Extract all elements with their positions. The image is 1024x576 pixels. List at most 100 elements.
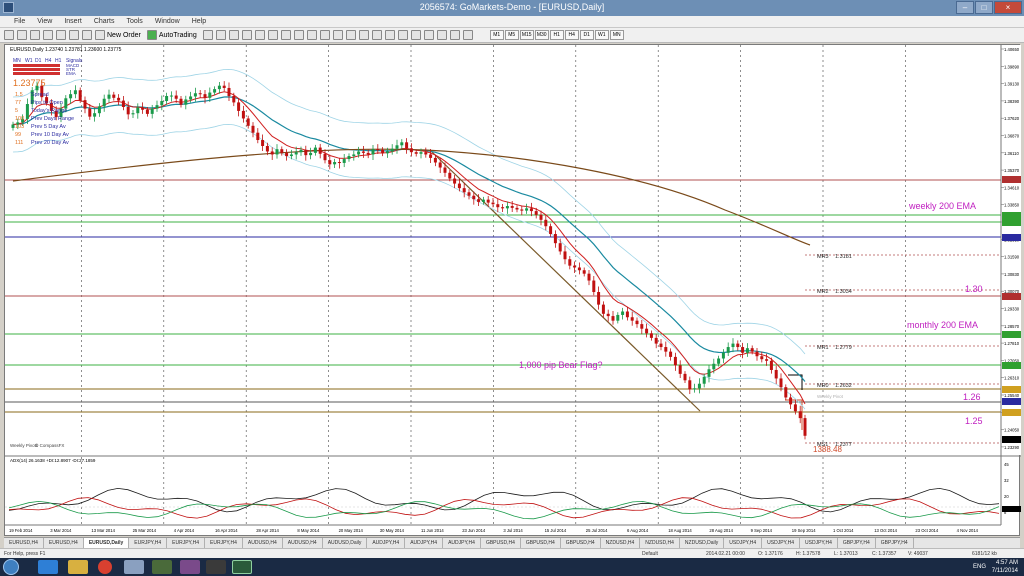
language-indicator[interactable]: ENG xyxy=(973,563,986,571)
clock-date[interactable]: 7/11/2014 xyxy=(992,567,1018,575)
chart-tab[interactable]: EURJPY,H4 xyxy=(205,538,243,548)
chart-tab[interactable]: AUDJPY,H4 xyxy=(405,538,444,548)
price-chart[interactable]: 1.40650 1.39890 1.39130 1.38390 1.37620 1.368… xyxy=(5,45,1021,537)
autoscroll-icon[interactable] xyxy=(280,30,291,40)
chart-tab[interactable]: USDJPY,H4 xyxy=(762,538,801,548)
menu-help[interactable]: Help xyxy=(192,18,206,25)
chart-tab[interactable]: GBPUSD,H4 xyxy=(561,538,601,548)
chart-tab[interactable]: NZDUSD,Daily xyxy=(680,538,725,548)
indicators-icon[interactable] xyxy=(306,30,317,40)
candle-body xyxy=(453,178,457,184)
chart-tab[interactable]: GBPJPY,H4 xyxy=(838,538,876,548)
chart-tab[interactable]: GBPUSD,H4 xyxy=(521,538,561,548)
chart-tab[interactable]: EURUSD,Daily xyxy=(83,538,130,548)
candle-body xyxy=(280,149,284,153)
taskbar: ENG 4:57 AM 7/11/2014 xyxy=(0,558,1024,576)
terminal-icon[interactable] xyxy=(69,30,79,40)
text-icon[interactable] xyxy=(436,30,447,40)
market-watch-icon[interactable] xyxy=(30,30,40,40)
app-icon-5[interactable] xyxy=(152,560,172,574)
maximize-button[interactable]: □ xyxy=(975,1,993,14)
chart-window[interactable]: 1.40650 1.39890 1.39130 1.38390 1.37620 1.368… xyxy=(4,44,1021,537)
chart-tab[interactable]: NZDUSD,H4 xyxy=(601,538,641,548)
menu-charts[interactable]: Charts xyxy=(94,18,115,25)
bar-chart-icon[interactable] xyxy=(202,30,213,40)
timeframe-m30[interactable]: M30 xyxy=(534,30,549,40)
text-label-icon[interactable] xyxy=(449,30,460,40)
candle-body xyxy=(352,154,356,157)
zoom-in-icon[interactable] xyxy=(241,30,252,40)
templates-icon[interactable] xyxy=(332,30,343,40)
chart-tab[interactable]: EURUSD,H4 xyxy=(44,538,84,548)
menu-insert[interactable]: Insert xyxy=(64,18,82,25)
timeframe-w1[interactable]: W1 xyxy=(594,30,609,40)
app-icon-7[interactable] xyxy=(206,560,226,574)
metatrader-taskbar-icon[interactable] xyxy=(232,560,252,574)
chart-tab[interactable]: NZDUSD,H4 xyxy=(640,538,680,548)
chrome-icon[interactable] xyxy=(98,560,112,574)
candlestick-icon[interactable] xyxy=(215,30,226,40)
menu-tools[interactable]: Tools xyxy=(126,18,142,25)
arrows-icon[interactable] xyxy=(462,30,473,40)
menu-file[interactable]: File xyxy=(14,18,25,25)
fibonacci-icon[interactable] xyxy=(423,30,434,40)
zoom-out-icon[interactable] xyxy=(254,30,265,40)
timeframe-m1[interactable]: M1 xyxy=(489,30,504,40)
chart-shift-icon[interactable] xyxy=(293,30,304,40)
timeframe-h4[interactable]: H4 xyxy=(564,30,579,40)
trendline-icon[interactable] xyxy=(397,30,408,40)
y-tick-label: 1.30830 xyxy=(1004,272,1020,277)
timeframe-m5[interactable]: M5 xyxy=(504,30,519,40)
explorer-icon[interactable] xyxy=(68,560,88,574)
crosshair-icon[interactable] xyxy=(358,30,369,40)
data-window-icon[interactable] xyxy=(43,30,53,40)
window-title: 2056574: GoMarkets-Demo - [EURUSD,Daily] xyxy=(419,2,605,12)
app-icon-6[interactable] xyxy=(180,560,200,574)
chart-tab[interactable]: AUDJPY,H4 xyxy=(367,538,406,548)
candle-body xyxy=(241,110,245,119)
menu-window[interactable]: Window xyxy=(155,18,180,25)
strategy-tester-icon[interactable] xyxy=(82,30,92,40)
chart-tab[interactable]: USDJPY,H4 xyxy=(724,538,763,548)
chart-tab[interactable]: AUDUSD,Daily xyxy=(323,538,368,548)
vertical-line-icon[interactable] xyxy=(371,30,382,40)
close-button[interactable]: × xyxy=(994,1,1022,14)
candle-body xyxy=(645,328,649,334)
timeframe-h1[interactable]: H1 xyxy=(549,30,564,40)
candle-body xyxy=(630,317,634,321)
chart-tab[interactable]: EURJPY,H4 xyxy=(167,538,206,548)
start-button[interactable] xyxy=(3,559,19,575)
candle-body xyxy=(169,95,173,97)
chart-tab[interactable]: AUDUSD,H4 xyxy=(283,538,323,548)
candle-body xyxy=(582,270,586,274)
menu-view[interactable]: View xyxy=(37,18,52,25)
timeframe-m15[interactable]: M15 xyxy=(519,30,534,40)
autotrading-button[interactable]: AutoTrading xyxy=(146,30,197,40)
timeframe-mn[interactable]: MN xyxy=(609,30,624,40)
horizontal-line-icon[interactable] xyxy=(384,30,395,40)
new-order-button[interactable]: New Order xyxy=(95,30,141,40)
minimize-button[interactable]: – xyxy=(956,1,974,14)
chart-tab[interactable]: AUDJPY,H4 xyxy=(443,538,481,548)
navigator-icon[interactable] xyxy=(56,30,66,40)
line-chart-icon[interactable] xyxy=(228,30,239,40)
chart-tab[interactable]: AUDUSD,H4 xyxy=(243,538,283,548)
title-bar[interactable]: 2056574: GoMarkets-Demo - [EURUSD,Daily]… xyxy=(0,0,1024,16)
ie-icon[interactable] xyxy=(38,560,58,574)
clock-time[interactable]: 4:57 AM xyxy=(992,559,1018,567)
chart-tab[interactable]: USDJPY,H4 xyxy=(800,538,838,548)
periods-icon[interactable] xyxy=(319,30,330,40)
chart-tab[interactable]: GBPUSD,H4 xyxy=(481,538,521,548)
new-chart-icon[interactable] xyxy=(4,30,14,40)
channel-icon[interactable] xyxy=(410,30,421,40)
chart-tab[interactable]: GBPJPY,H4 xyxy=(876,538,914,548)
profiles-icon[interactable] xyxy=(17,30,27,40)
chart-tab[interactable]: EURUSD,H4 xyxy=(4,538,44,548)
timeframe-d1[interactable]: D1 xyxy=(579,30,594,40)
tile-windows-icon[interactable] xyxy=(267,30,278,40)
adx-minus-di-line xyxy=(8,497,1000,519)
status-profile[interactable]: Default xyxy=(642,551,658,557)
calculator-icon[interactable] xyxy=(124,560,144,574)
chart-tab[interactable]: EURJPY,H4 xyxy=(129,538,168,548)
cursor-icon[interactable] xyxy=(345,30,356,40)
